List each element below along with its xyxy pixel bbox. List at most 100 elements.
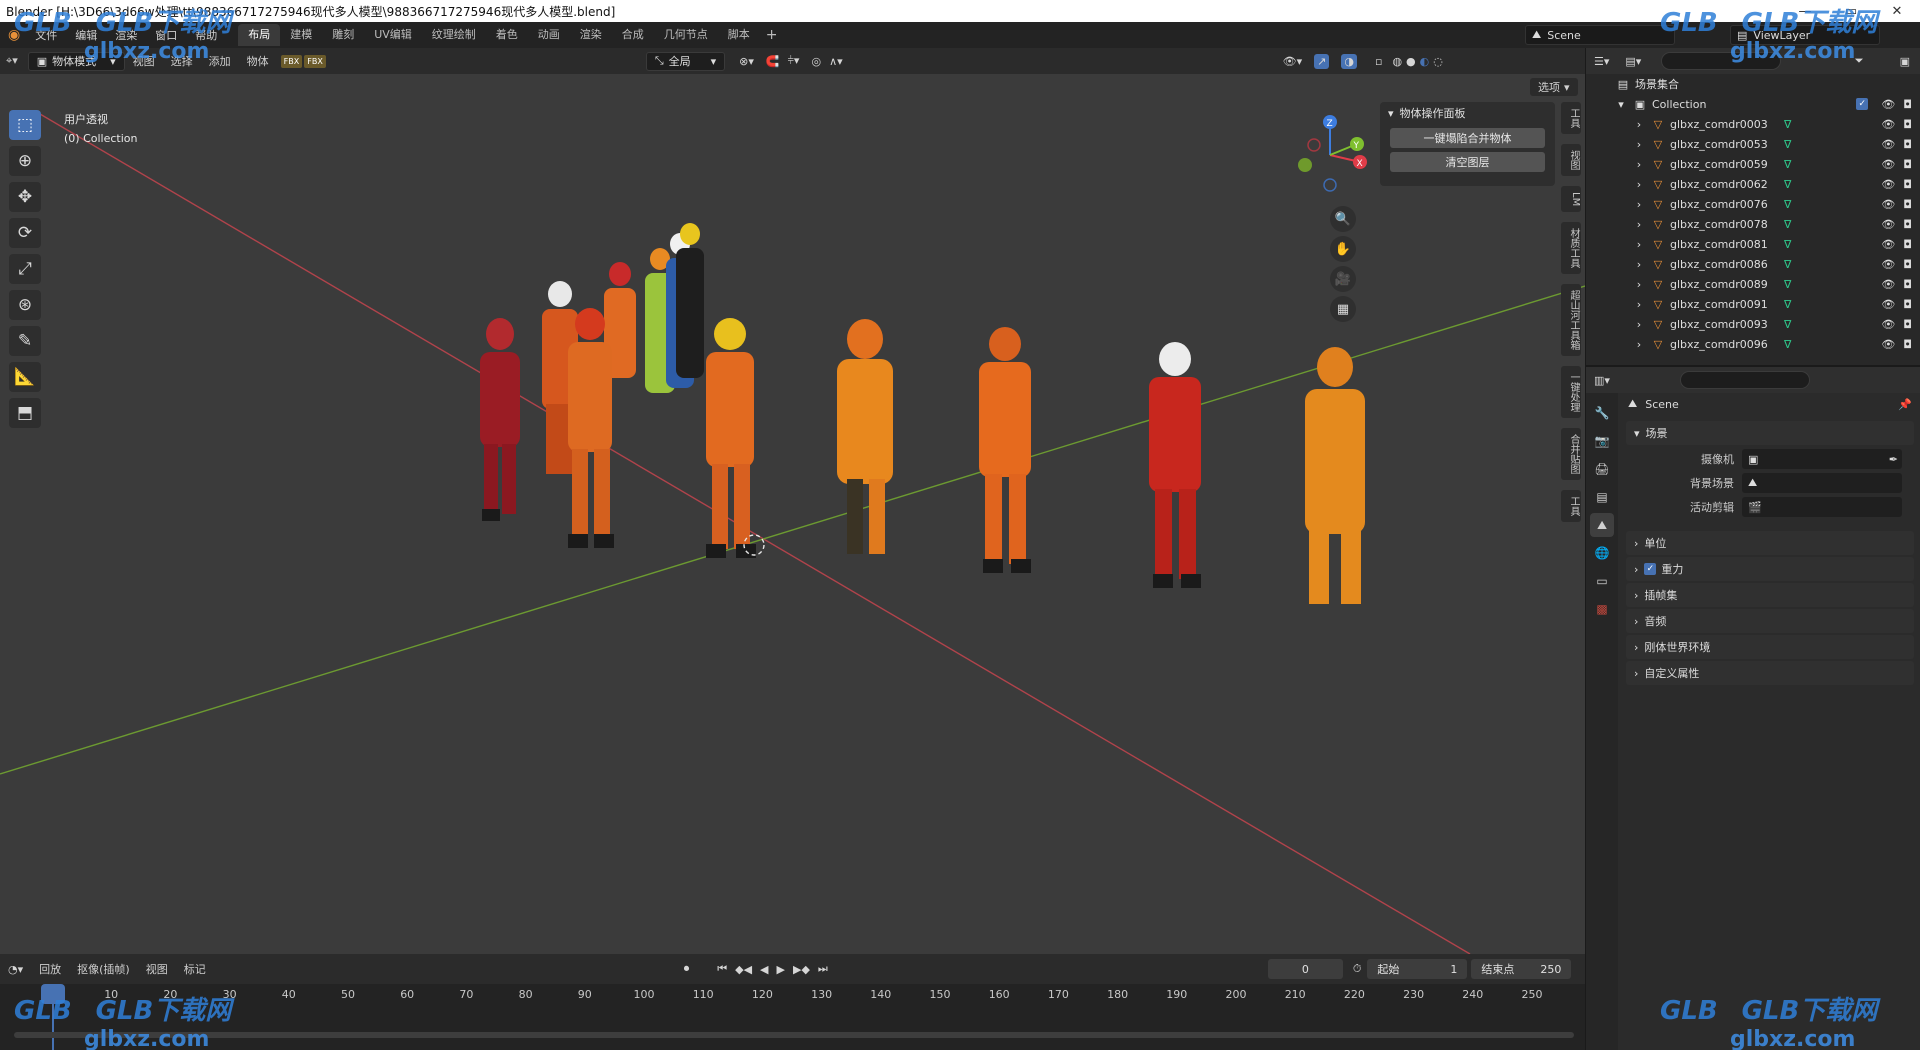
close-button[interactable]: ✕ <box>1874 4 1920 19</box>
side-tab-one-click[interactable]: 一键处理 <box>1561 366 1581 419</box>
stopwatch-icon[interactable]: ⏱ <box>1353 962 1362 976</box>
ortho-toggle-button[interactable]: ▦ <box>1330 296 1356 322</box>
end-frame-field[interactable]: 结束点 250 <box>1471 959 1572 979</box>
jump-start-icon[interactable]: ⏮ <box>717 962 727 976</box>
prev-keyframe-icon[interactable]: ◆◀ <box>735 963 752 976</box>
world-tab-icon[interactable]: 🌐 <box>1590 541 1614 565</box>
annotate-tool[interactable]: ✎ <box>9 326 41 356</box>
pivot-icon[interactable]: ⊗▾ <box>739 55 754 68</box>
blender-logo-icon[interactable]: ◉ <box>8 27 20 43</box>
eye-icon[interactable]: 👁 <box>1881 278 1895 291</box>
side-tab-merge-textures[interactable]: 合并贴图 <box>1561 428 1581 481</box>
eye-icon[interactable]: 👁 <box>1881 98 1895 111</box>
units-section[interactable]: › 单位 <box>1626 531 1914 555</box>
tab-uv-editing[interactable]: UV编辑 <box>364 24 422 46</box>
eye-icon[interactable]: 👁 <box>1881 238 1895 251</box>
gizmo-toggle-icon[interactable]: ↗ <box>1314 53 1330 69</box>
play-icon[interactable]: ▶ <box>777 963 785 976</box>
eye-icon[interactable]: 👁 <box>1881 258 1895 271</box>
eye-icon[interactable]: 👁 <box>1881 338 1895 351</box>
chevron-right-icon[interactable]: › <box>1632 318 1646 331</box>
tab-compositing[interactable]: 合成 <box>612 24 654 46</box>
shading-solid-icon[interactable]: ● <box>1406 55 1416 68</box>
camera-icon[interactable]: ◘ <box>1903 298 1912 311</box>
transform-orientation-dropdown[interactable]: ⤡ 全局 ▾ <box>645 51 726 71</box>
tab-shading[interactable]: 着色 <box>486 24 528 46</box>
eye-icon[interactable]: 👁 <box>1881 218 1895 231</box>
fbx-export-icon[interactable]: FBX <box>304 54 326 68</box>
active-clip-field[interactable]: 🎬 <box>1742 497 1902 517</box>
shading-material-icon[interactable]: ◐ <box>1420 55 1430 68</box>
camera-icon[interactable]: ◘ <box>1903 118 1912 131</box>
next-keyframe-icon[interactable]: ▶◆ <box>793 963 810 976</box>
camera-icon[interactable]: ◘ <box>1903 98 1912 111</box>
chevron-right-icon[interactable]: › <box>1632 298 1646 311</box>
keying-menu[interactable]: 抠像(插帧) <box>69 961 138 977</box>
menu-render[interactable]: 渲染 <box>106 27 146 43</box>
outliner-object-row[interactable]: › ▽ glbxz_comdr0081 ∇ 👁 ◘ <box>1586 234 1920 254</box>
scene-tab-icon[interactable]: ⛰ <box>1590 513 1614 537</box>
menu-object[interactable]: 物体 <box>239 53 277 69</box>
properties-search-input[interactable] <box>1679 371 1810 389</box>
collection-checkbox[interactable]: ✓ <box>1856 98 1869 110</box>
menu-edit[interactable]: 编辑 <box>66 27 106 43</box>
camera-icon[interactable]: ◘ <box>1903 198 1912 211</box>
outliner-object-row[interactable]: › ▽ glbxz_comdr0003 ∇ 👁 ◘ <box>1586 114 1920 134</box>
side-tab-tool[interactable]: 工具 <box>1561 102 1581 134</box>
current-frame-field[interactable]: 0 <box>1267 959 1343 979</box>
texture-tab-icon[interactable]: ▩ <box>1590 597 1614 621</box>
chevron-right-icon[interactable]: › <box>1632 258 1646 271</box>
mode-dropdown[interactable]: ▣ 物体模式 ▾ <box>27 51 125 71</box>
chevron-right-icon[interactable]: › <box>1632 278 1646 291</box>
camera-icon[interactable]: ◘ <box>1903 338 1912 351</box>
side-tab-lm[interactable]: LM <box>1561 186 1581 213</box>
move-tool[interactable]: ✥ <box>9 182 41 212</box>
chevron-right-icon[interactable]: › <box>1632 218 1646 231</box>
chevron-right-icon[interactable]: › <box>1632 138 1646 151</box>
outliner-search-input[interactable] <box>1661 52 1782 70</box>
visibility-icon[interactable]: 👁▾ <box>1283 55 1303 68</box>
menu-select[interactable]: 选择 <box>163 53 201 69</box>
outliner-object-row[interactable]: › ▽ glbxz_comdr0059 ∇ 👁 ◘ <box>1586 154 1920 174</box>
camera-icon[interactable]: ◘ <box>1903 218 1912 231</box>
chevron-right-icon[interactable]: › <box>1632 238 1646 251</box>
outliner-object-row[interactable]: › ▽ glbxz_comdr0078 ∇ 👁 ◘ <box>1586 214 1920 234</box>
filter-icon[interactable]: ⏷ <box>1855 54 1864 68</box>
options-dropdown[interactable]: 选项 ▾ <box>1530 78 1578 96</box>
chevron-right-icon[interactable]: › <box>1632 338 1646 351</box>
chevron-down-icon[interactable]: ▾ <box>1614 98 1628 111</box>
zoom-button[interactable]: 🔍 <box>1330 206 1356 232</box>
tab-geometry-nodes[interactable]: 几何节点 <box>654 24 718 46</box>
side-tab-toolbox[interactable]: 超山河工具箱 <box>1561 284 1581 357</box>
tab-sculpting[interactable]: 雕刻 <box>322 24 364 46</box>
outliner-object-row[interactable]: › ▽ glbxz_comdr0093 ∇ 👁 ◘ <box>1586 314 1920 334</box>
camera-icon[interactable]: ◘ <box>1903 238 1912 251</box>
add-workspace-button[interactable]: + <box>766 27 778 43</box>
eyedropper-icon[interactable]: ✒ <box>1889 453 1898 466</box>
camera-icon[interactable]: ◘ <box>1903 278 1912 291</box>
fbx-import-icon[interactable]: FBX <box>280 54 303 68</box>
keying-sets-section[interactable]: › 插帧集 <box>1626 583 1914 607</box>
collection-row[interactable]: ▾ ▣ Collection ✓ 👁 ◘ <box>1586 94 1920 114</box>
outliner-object-row[interactable]: › ▽ glbxz_comdr0062 ∇ 👁 ◘ <box>1586 174 1920 194</box>
camera-field[interactable]: ▣ ✒ <box>1742 449 1902 469</box>
scene-selector[interactable]: ⛰ Scene <box>1525 25 1675 45</box>
menu-help[interactable]: 帮助 <box>186 27 226 43</box>
eye-icon[interactable]: 👁 <box>1881 158 1895 171</box>
shading-wireframe-icon[interactable]: ◍ <box>1392 55 1402 68</box>
rotate-tool[interactable]: ⟳ <box>9 218 41 248</box>
editor-type-icon[interactable]: ☰▾ <box>1594 55 1609 68</box>
minimize-button[interactable]: — <box>1782 4 1828 19</box>
outliner-object-row[interactable]: › ▽ glbxz_comdr0091 ∇ 👁 ◘ <box>1586 294 1920 314</box>
outliner-object-row[interactable]: › ▽ glbxz_comdr0089 ∇ 👁 ◘ <box>1586 274 1920 294</box>
render-tab-icon[interactable]: 📷 <box>1590 429 1614 453</box>
clear-layers-button[interactable]: 清空图层 <box>1390 152 1545 172</box>
eye-icon[interactable]: 👁 <box>1881 138 1895 151</box>
side-tab-tools[interactable]: 工具 <box>1561 490 1581 523</box>
playhead[interactable] <box>41 984 65 1004</box>
maximize-button[interactable]: ▭ <box>1828 4 1874 19</box>
tab-texture-paint[interactable]: 纹理绘制 <box>422 24 486 46</box>
start-frame-field[interactable]: 起始 1 <box>1367 959 1468 979</box>
side-tab-material-tools[interactable]: 材质工具 <box>1561 222 1581 275</box>
view-layer-selector[interactable]: ▤ ViewLayer <box>1730 25 1880 45</box>
